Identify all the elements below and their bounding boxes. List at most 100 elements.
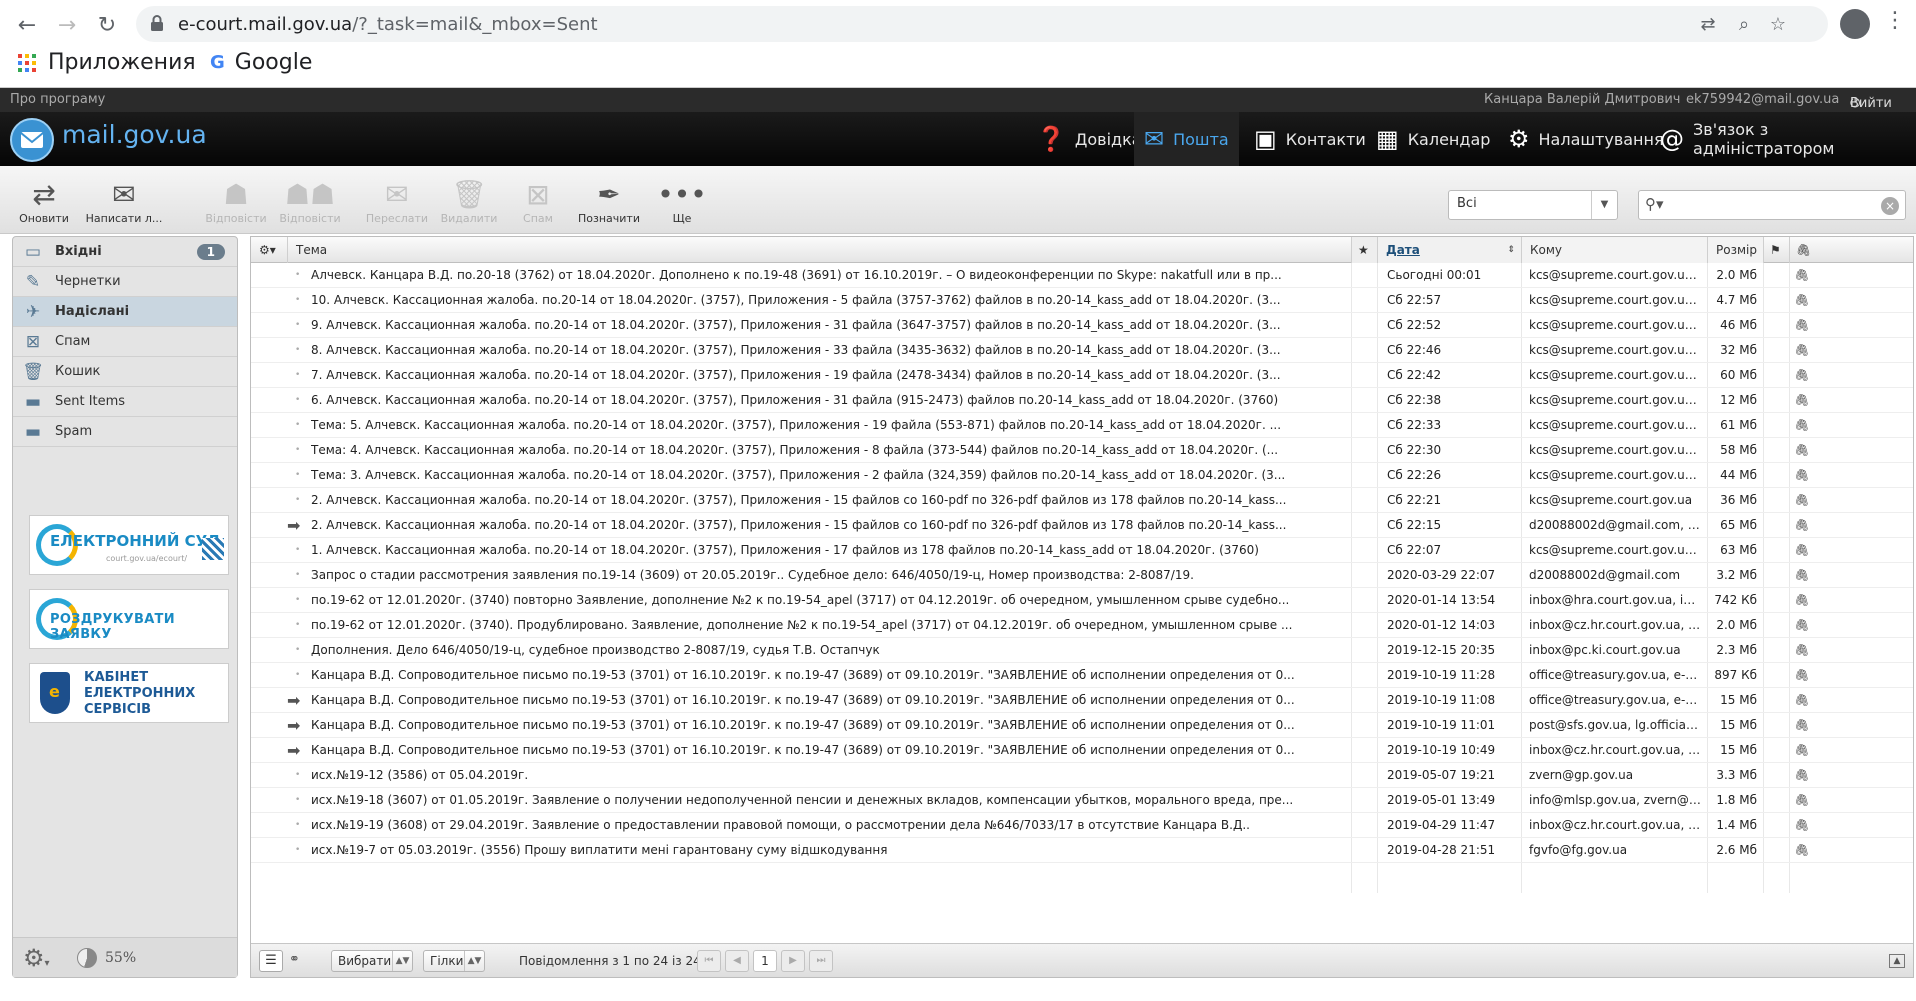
thread-view-icon[interactable]: ⚭ [289, 952, 300, 967]
filter-select[interactable]: Всі ▼ [1448, 190, 1618, 220]
column-flag-star-icon[interactable]: ★ [1351, 237, 1377, 263]
bookmark-google[interactable]: G Google [210, 50, 312, 75]
gear-icon: ⚙ [1508, 125, 1530, 153]
message-row[interactable]: • 9. Алчевск. Кассационная жалоба. по.20-… [251, 313, 1913, 338]
print-request-banner[interactable]: РОЗДРУКУВАТИ ЗАЯВКУ [29, 589, 229, 649]
message-row[interactable]: ➡ Канцара В.Д. Сопроводительное письмо по… [251, 688, 1913, 713]
message-date: Сб 22:46 [1387, 343, 1442, 357]
message-subject: 10. Алчевск. Кассационная жалоба. по.20-… [311, 293, 1281, 307]
message-row[interactable]: • 10. Алчевск. Кассационная жалоба. по.20… [251, 288, 1913, 313]
about-link[interactable]: Про програму [10, 92, 105, 107]
message-row[interactable]: • Алчевск. Канцара В.Д. по.20-18 (3762) о… [251, 263, 1913, 288]
message-row[interactable]: • Запрос о стадии рассмотрения заявления … [251, 563, 1913, 588]
message-row[interactable]: • 2. Алчевск. Кассационная жалоба. по.20-… [251, 488, 1913, 513]
forward-icon[interactable]: → [52, 10, 82, 40]
message-row[interactable]: • исх.№19-19 (3608) от 29.04.2019г. Заявл… [251, 813, 1913, 838]
cabinet-shield-icon: e [40, 672, 70, 714]
message-row[interactable]: • исх.№19-7 от 05.03.2019г. (3556) Прошу … [251, 838, 1913, 863]
select-dropdown[interactable]: Вибрати ▲▼ [331, 950, 413, 972]
message-row[interactable]: • Тема: 4. Алчевск. Кассационная жалоба. … [251, 438, 1913, 463]
trash-icon: 🗑 [22, 361, 44, 382]
message-row[interactable]: • Тема: 3. Алчевск. Кассационная жалоба. … [251, 463, 1913, 488]
message-row[interactable]: • 1. Алчевск. Кассационная жалоба. по.20-… [251, 538, 1913, 563]
message-row[interactable]: • 6. Алчевск. Кассационная жалоба. по.20-… [251, 388, 1913, 413]
more-dots-icon: ••• [657, 178, 707, 211]
refresh-button[interactable]: ⇄ Оновити [12, 178, 76, 225]
folder-sent-items[interactable]: ▬ Sent Items [13, 387, 237, 417]
column-flag-icon[interactable]: ⚑ [1763, 237, 1789, 263]
attachment-icon: 🖇 [1794, 293, 1810, 307]
message-row[interactable]: • по.19-62 от 12.01.2020г. (3740) повторн… [251, 588, 1913, 613]
column-attachment-icon[interactable]: 🖇 [1789, 237, 1815, 263]
message-row[interactable]: • 8. Алчевск. Кассационная жалоба. по.20-… [251, 338, 1913, 363]
nav-calendar[interactable]: ▦ Календар [1366, 112, 1500, 166]
message-row[interactable]: • 7. Алчевск. Кассационная жалоба. по.20-… [251, 363, 1913, 388]
profile-avatar-icon[interactable] [1840, 9, 1870, 39]
browser-menu-icon[interactable]: ⋮ [1884, 8, 1906, 33]
folder-drafts[interactable]: ✎ Чернетки [13, 267, 237, 297]
mark-button[interactable]: ✒ Позначити [574, 178, 644, 225]
message-row[interactable]: • исх.№19-18 (3607) от 01.05.2019г. Заявл… [251, 788, 1913, 813]
attachment-icon: 🖇 [1794, 593, 1810, 607]
column-date[interactable]: Дата ⇕ [1377, 237, 1521, 263]
message-row[interactable]: • исх.№19-12 (3586) от 05.04.2019г. 2019-0… [251, 763, 1913, 788]
message-size: 65 Мб [1720, 518, 1757, 532]
expand-panel-icon[interactable]: ▲ [1889, 954, 1905, 968]
translate-icon[interactable]: ⇄ [1696, 12, 1720, 36]
message-row[interactable]: ➡ Канцара В.Д. Сопроводительное письмо по… [251, 713, 1913, 738]
list-view-icon[interactable]: ☰ [259, 950, 283, 972]
folder-spam[interactable]: ⊠ Спам [13, 327, 237, 357]
message-date: 2019-10-19 11:01 [1387, 718, 1496, 732]
bookmarks-bar: Приложения G Google [0, 48, 1916, 82]
message-recipient: fgvfo@fg.gov.ua [1529, 843, 1628, 857]
message-row[interactable]: • Канцара В.Д. Сопроводительное письмо по… [251, 663, 1913, 688]
column-size[interactable]: Розмір [1707, 237, 1763, 263]
star-icon[interactable]: ☆ [1766, 12, 1790, 36]
nav-help[interactable]: ❓ Довідка [1026, 112, 1152, 166]
message-date: Сб 22:15 [1387, 518, 1442, 532]
nav-admin[interactable]: @ Зв'язок з адміністратором [1650, 112, 1916, 166]
next-page-icon[interactable]: ▶ [781, 950, 805, 972]
back-icon[interactable]: ← [12, 10, 42, 40]
folder-inbox[interactable]: ▭ Вхідні 1 [13, 237, 237, 267]
delete-button[interactable]: 🗑 Видалити [438, 178, 500, 225]
clear-search-icon[interactable]: × [1881, 197, 1899, 215]
folder-trash[interactable]: 🗑 Кошик [13, 357, 237, 387]
message-row[interactable]: • Дополнения. Дело 646/4050/19-ц, судебно… [251, 638, 1913, 663]
bookmark-google-label: Google [234, 50, 313, 75]
message-row[interactable]: ➡ Канцара В.Д. Сопроводительное письмо по… [251, 738, 1913, 763]
reply-button[interactable]: ☗ Відповісти [204, 178, 268, 225]
nav-settings[interactable]: ⚙ Налаштування [1498, 112, 1674, 166]
reply-all-button[interactable]: ☗☗ Відповісти [274, 178, 346, 225]
search-icon[interactable]: ⚲▾ [1645, 195, 1664, 213]
spam-button[interactable]: ⊠ Спам [508, 178, 568, 225]
bookmark-apps[interactable]: Приложения [18, 50, 196, 75]
list-options-icon[interactable]: ⚙▾ [251, 237, 287, 263]
forward-button[interactable]: ✉ Переслати [362, 178, 432, 225]
address-bar[interactable]: e-court.mail.gov.ua/?_task=mail&_mbox=Se… [136, 6, 1828, 42]
page-number[interactable]: 1 [753, 950, 777, 972]
threads-dropdown[interactable]: Гілки ▲▼ [423, 950, 485, 972]
column-to[interactable]: Кому [1521, 237, 1707, 263]
folder-sent[interactable]: ✈ Надіслані [13, 297, 237, 327]
logo-text[interactable]: mail.gov.ua [62, 120, 207, 149]
more-button[interactable]: ••• Ще [654, 178, 710, 225]
nav-contacts[interactable]: ▣ Контакти [1244, 112, 1376, 166]
zoom-icon[interactable]: ⌕ [1732, 12, 1756, 36]
message-row[interactable]: • Тема: 5. Алчевск. Кассационная жалоба. … [251, 413, 1913, 438]
last-page-icon[interactable]: ⏭ [809, 950, 833, 972]
search-input[interactable]: ⚲▾ × [1638, 190, 1906, 220]
compose-button[interactable]: ✉ Написати л... [82, 178, 166, 225]
message-row[interactable]: • по.19-62 от 12.01.2020г. (3740). Продуб… [251, 613, 1913, 638]
cabinet-banner[interactable]: e КАБІНЕТ ЕЛЕКТРОННИХ СЕРВІСІВ [29, 663, 229, 723]
message-row[interactable]: ➡ 2. Алчевск. Кассационная жалоба. по.20-… [251, 513, 1913, 538]
folder-spam-2[interactable]: ▬ Spam [13, 417, 237, 447]
nav-mail[interactable]: ✉ Пошта [1134, 112, 1239, 166]
reload-icon[interactable]: ↻ [92, 10, 122, 40]
ecourt-banner[interactable]: ЕЛЕКТРОННИЙ СУД court.gov.ua/ecourt/ [29, 515, 229, 575]
first-page-icon[interactable]: ⏮ [697, 950, 721, 972]
forwarded-arrow-icon: ➡ [287, 716, 301, 735]
settings-menu-icon[interactable]: ⚙▾ [23, 944, 50, 972]
prev-page-icon[interactable]: ◀ [725, 950, 749, 972]
message-recipient: zvern@gp.gov.ua [1529, 768, 1634, 782]
